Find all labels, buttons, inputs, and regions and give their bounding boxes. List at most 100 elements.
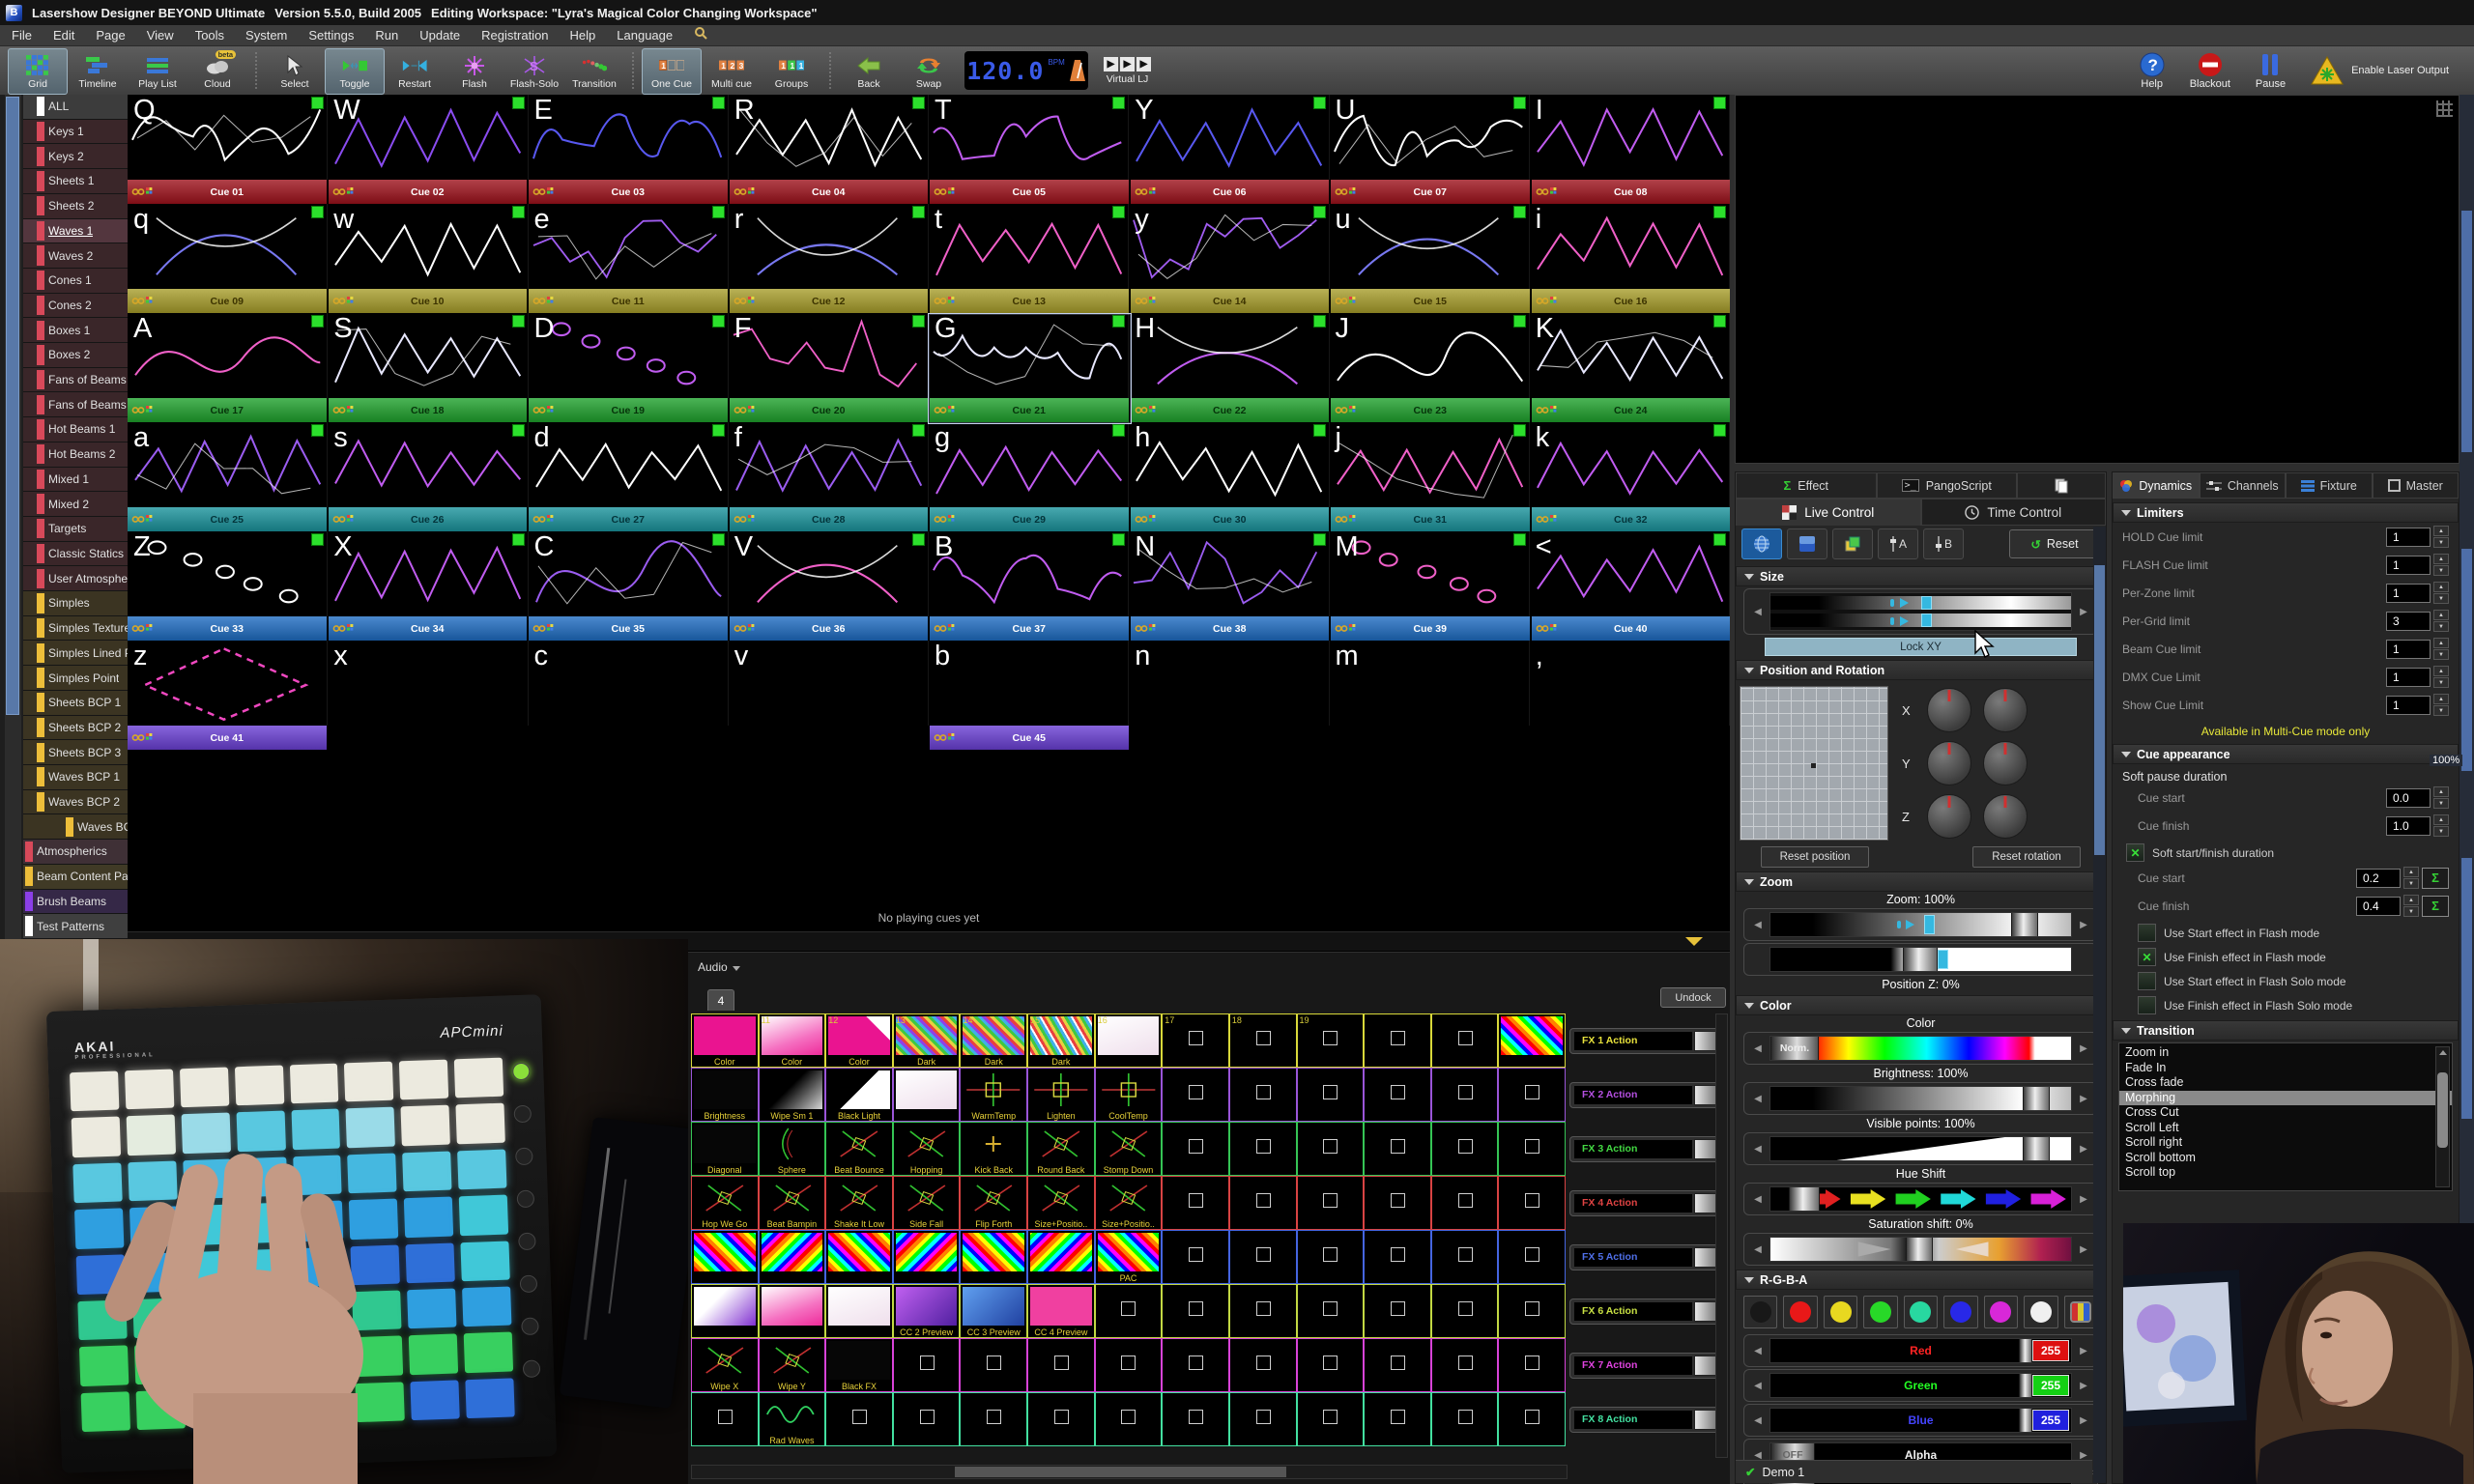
grid-button[interactable]: Grid <box>8 48 68 95</box>
sidebar-item-mixed-1[interactable]: Mixed 1 <box>23 468 128 493</box>
effect-slot[interactable] <box>1229 1392 1297 1446</box>
cue-strip-cue-19[interactable]: Cue 19 <box>529 398 728 422</box>
effect-beat-bounce[interactable]: Beat Bounce <box>825 1122 893 1176</box>
tab-fixture[interactable]: Fixture <box>2286 472 2373 499</box>
cue-cell-A[interactable]: A <box>128 313 328 398</box>
effect-hop-we-go[interactable]: Hop We Go <box>691 1176 759 1230</box>
color-swatch-3[interactable] <box>1863 1296 1897 1328</box>
effects-page-tab[interactable]: 4 <box>707 989 734 1011</box>
fx-slider-1[interactable]: FX 1 Action <box>1569 1028 1722 1054</box>
effect-brightness[interactable]: Brightness <box>691 1068 759 1122</box>
menu-registration[interactable]: Registration <box>481 28 548 43</box>
effect-size-positio[interactable]: Size+Positio.. <box>1095 1176 1163 1230</box>
effect-slot[interactable] <box>1498 1338 1566 1392</box>
effect-side-fall[interactable]: Side Fall <box>893 1176 961 1230</box>
effect-slot[interactable] <box>1297 1122 1365 1176</box>
effect-slot[interactable] <box>1095 1284 1163 1338</box>
play-list-button[interactable]: Play List <box>128 48 187 95</box>
sidebar-item-waves-bcp-1[interactable]: Waves BCP 1 <box>23 765 128 790</box>
color-section-header[interactable]: Color <box>1736 995 2106 1015</box>
spinner-value[interactable]: 0.2 <box>2356 869 2401 888</box>
flash-solo-button[interactable]: SFlash-Solo <box>504 48 564 95</box>
sidebar-item-all[interactable]: ALL <box>23 95 128 120</box>
cue-strip-cue-01[interactable]: Cue 01 <box>128 180 327 204</box>
y-knob-rotation[interactable] <box>1983 741 2028 785</box>
effect-kick-back[interactable]: Kick Back <box>960 1122 1027 1176</box>
effect-slot[interactable] <box>1498 1176 1566 1230</box>
effect-slot[interactable] <box>1229 1068 1297 1122</box>
cue-cell-z[interactable]: z <box>128 641 328 726</box>
help-button[interactable]: ?Help <box>2140 52 2165 90</box>
effect-color[interactable]: Color <box>691 1013 759 1068</box>
spin-up-icon[interactable]: ▲ <box>2403 867 2419 877</box>
effect-slot[interactable] <box>1364 1392 1431 1446</box>
checkbox-use-start-effect-in-flash-mode[interactable] <box>2138 924 2156 942</box>
undock-button[interactable]: Undock <box>1660 987 1726 1008</box>
transition-scrollbar[interactable] <box>2435 1046 2450 1187</box>
cue-cell-S[interactable]: S <box>328 313 528 398</box>
zoom-slider[interactable]: ◀ ▶ <box>1743 908 2098 941</box>
spinner-value[interactable]: 0.4 <box>2356 897 2401 916</box>
transition-option-zoom-in[interactable]: Zoom in <box>2119 1045 2452 1061</box>
tab-master[interactable]: Master <box>2373 472 2460 499</box>
cue-cell-I[interactable]: I <box>1530 95 1730 180</box>
effect-black-light[interactable]: Black Light <box>825 1068 893 1122</box>
cue-cell-x[interactable]: x <box>328 641 528 726</box>
spin-down-icon[interactable]: ▼ <box>2433 798 2449 809</box>
multi-cue-button[interactable]: 123Multi cue <box>702 48 762 95</box>
cue-finish-spinner[interactable]: 1.0▲▼ <box>2386 814 2449 837</box>
slider-right-cap-icon[interactable]: ▶ <box>2072 607 2095 617</box>
cue-cell-n[interactable]: n <box>1129 641 1329 726</box>
x-knob-rotation[interactable] <box>1983 688 2028 732</box>
color-swatch-2[interactable] <box>1824 1296 1857 1328</box>
transition-option-scroll-right[interactable]: Scroll right <box>2119 1135 2452 1151</box>
cue-cell-q[interactable]: q <box>128 204 328 289</box>
cue-strip-cue-04[interactable]: Cue 04 <box>730 180 929 204</box>
cue-strip-cue-27[interactable]: Cue 27 <box>529 507 728 531</box>
tab-time-control[interactable]: Time Control <box>1921 499 2107 526</box>
menu-page[interactable]: Page <box>96 28 125 43</box>
cue-strip-cue-34[interactable]: Cue 34 <box>329 616 528 641</box>
cue-cell-k[interactable]: k <box>1530 422 1730 507</box>
cue-cell-N[interactable]: N <box>1129 531 1329 616</box>
cue-strip-cue-15[interactable]: Cue 15 <box>1331 289 1530 313</box>
size-slider[interactable]: ◀ ▶ <box>1743 588 2098 635</box>
menu-run[interactable]: Run <box>375 28 398 43</box>
cue-cell-r[interactable]: r <box>729 204 929 289</box>
spinner-value[interactable]: 1 <box>2386 528 2431 547</box>
menu-language[interactable]: Language <box>617 28 673 43</box>
per-zone-limit-spinner[interactable]: 1▲▼ <box>2386 582 2449 604</box>
cue-cell-M[interactable]: M <box>1330 531 1530 616</box>
cue-cell-f[interactable]: f <box>729 422 929 507</box>
sidebar-scrollbar[interactable] <box>5 95 21 939</box>
cue-strip-cue-29[interactable]: Cue 29 <box>930 507 1129 531</box>
effect-black-fx[interactable]: Black FX <box>825 1338 893 1392</box>
tab-pangoscript[interactable]: >_PangoScript <box>1877 472 2018 499</box>
cue-cell-e[interactable]: e <box>529 204 729 289</box>
cue-strip-cue-18[interactable]: Cue 18 <box>329 398 528 422</box>
cue-strip-cue-14[interactable]: Cue 14 <box>1131 289 1330 313</box>
effect-slot[interactable] <box>1498 1284 1566 1338</box>
effect-slot[interactable] <box>1364 1284 1431 1338</box>
cue-cell-d[interactable]: d <box>529 422 729 507</box>
cue-cell-g[interactable]: g <box>929 422 1129 507</box>
sidebar-item-sheets-1[interactable]: Sheets 1 <box>23 169 128 194</box>
reset-rotation-button[interactable]: Reset rotation <box>1972 846 2081 868</box>
tab-channels[interactable]: Channels <box>2200 472 2287 499</box>
cue-cell-i[interactable]: i <box>1530 204 1730 289</box>
menu-update[interactable]: Update <box>419 28 460 43</box>
tab-effect[interactable]: ΣEffect <box>1736 472 1877 499</box>
spin-down-icon[interactable]: ▼ <box>2433 621 2449 632</box>
visible-points-slider[interactable]: ◀ ▶ <box>1743 1132 2098 1165</box>
spin-down-icon[interactable]: ▼ <box>2403 906 2419 917</box>
color-swatch-6[interactable] <box>1984 1296 2018 1328</box>
transition-option-scroll-top[interactable]: Scroll top <box>2119 1165 2452 1181</box>
bpm-display[interactable]: 120.0BPM <box>964 51 1088 90</box>
cue-start-spinner[interactable]: 0.0▲▼ <box>2386 786 2449 809</box>
transition-option-scroll-left[interactable]: Scroll Left <box>2119 1121 2452 1136</box>
cue-cell-y[interactable]: y <box>1129 204 1329 289</box>
effect-slot[interactable] <box>691 1230 759 1284</box>
cue-strip-cue-16[interactable]: Cue 16 <box>1532 289 1731 313</box>
per-grid-limit-spinner[interactable]: 3▲▼ <box>2386 610 2449 632</box>
back-button[interactable]: Back <box>839 48 899 95</box>
